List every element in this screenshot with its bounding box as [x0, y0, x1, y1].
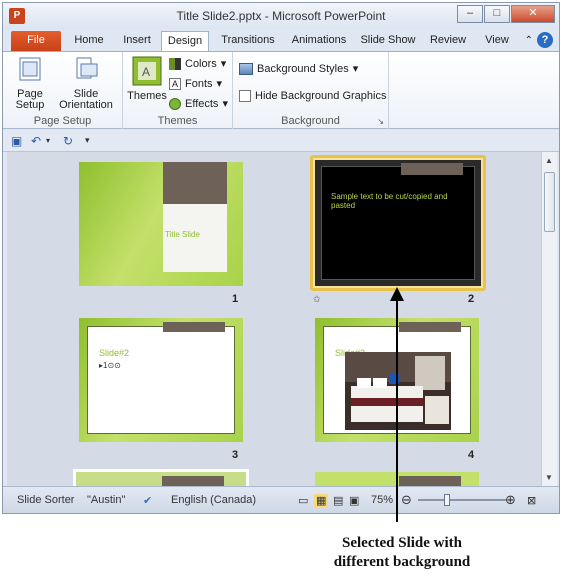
page-setup-button[interactable]: Page Setup — [9, 56, 51, 111]
zoom-level[interactable]: 75% — [371, 494, 393, 506]
effects-icon — [169, 97, 181, 110]
slide-3-bullet: ▸1⊙⊙ — [99, 361, 121, 370]
help-icon[interactable]: ? — [537, 32, 553, 48]
themes-icon: A — [132, 56, 162, 86]
colors-icon — [169, 57, 181, 70]
minimize-button[interactable]: – — [457, 5, 483, 23]
language-indicator[interactable]: English (Canada) — [171, 494, 256, 506]
slide-number-1: 1 — [232, 293, 239, 305]
slide-1-title: Title Slide — [165, 230, 200, 239]
background-group-label: Background — [281, 115, 340, 127]
zoom-in-icon[interactable]: ⊕ — [505, 492, 516, 508]
themes-button[interactable]: A Themes — [127, 56, 167, 102]
slide-2-text: Sample text to be cut/copied and pasted — [331, 192, 448, 210]
reading-view-icon[interactable]: ▤ — [333, 494, 343, 507]
title-bar: P Title Slide2.pptx - Microsoft PowerPoi… — [3, 3, 559, 29]
proofing-icon[interactable]: ✔ — [143, 494, 152, 507]
tab-animations[interactable]: Animations — [286, 31, 352, 51]
tab-insert[interactable]: Insert — [115, 31, 159, 51]
tab-slide-show[interactable]: Slide Show — [357, 31, 419, 51]
fit-to-window-icon[interactable]: ⊠ — [527, 494, 536, 507]
background-styles-button[interactable]: Background Styles ▾ — [239, 62, 358, 75]
annotation-caption: Selected Slide with different background — [333, 535, 471, 570]
themes-group-label: Themes — [157, 115, 198, 127]
status-bar: Slide Sorter "Austin" ✔ English (Canada)… — [3, 486, 559, 513]
tab-review[interactable]: Review — [425, 31, 471, 51]
quick-access-toolbar: ▣ ↶ ▾ ↻ ▾ — [3, 130, 559, 152]
background-styles-icon — [239, 62, 253, 75]
vertical-scrollbar[interactable]: ▲ ▼ — [541, 152, 557, 486]
powerpoint-window: P Title Slide2.pptx - Microsoft PowerPoi… — [2, 2, 560, 514]
slide-thumbnail-2[interactable]: Sample text to be cut/copied and pasted — [315, 160, 481, 286]
page-setup-group-label: Page Setup — [33, 115, 92, 127]
slide-number-2: 2 — [468, 293, 475, 305]
ribbon: Page Setup Slide Orientation Page Setup … — [3, 51, 559, 129]
callout-arrow-line — [396, 300, 398, 522]
transition-icon[interactable]: ✩ — [313, 294, 321, 305]
svg-text:A: A — [142, 65, 150, 79]
slide-number-4: 4 — [468, 449, 475, 461]
maximize-button[interactable]: □ — [484, 5, 510, 23]
themes-group: A Themes Colors ▾ A Fonts ▾ Effects ▾ Theme… — [123, 52, 233, 129]
checkbox-icon — [239, 90, 251, 102]
callout-arrowhead — [390, 287, 404, 301]
normal-view-icon[interactable]: ▭ — [298, 494, 308, 507]
slide-orientation-button[interactable]: Slide Orientation — [53, 56, 119, 111]
undo-icon[interactable]: ↶ — [31, 134, 41, 148]
tab-file[interactable]: File — [11, 31, 61, 51]
slide-show-view-icon[interactable]: ▣ — [349, 494, 359, 507]
slide-orientation-icon — [76, 57, 98, 79]
hide-background-graphics-checkbox[interactable]: Hide Background Graphics — [239, 90, 386, 102]
scroll-thumb[interactable] — [544, 172, 555, 232]
tab-design[interactable]: Design — [161, 31, 209, 51]
scroll-up-icon[interactable]: ▲ — [545, 156, 553, 165]
slide-thumbnail-3[interactable]: Slide#2 ▸1⊙⊙ — [79, 318, 243, 442]
background-group: Background Styles ▾ Hide Background Graph… — [233, 52, 389, 129]
scroll-down-icon[interactable]: ▼ — [545, 473, 553, 482]
view-indicator: Slide Sorter — [17, 494, 75, 506]
slide-3-title: Slide#2 — [99, 348, 130, 358]
ribbon-tabs: File Home Insert Design Transitions Anim… — [3, 29, 559, 51]
theme-name: "Austin" — [87, 494, 126, 506]
page-setup-group: Page Setup Slide Orientation Page Setup — [3, 52, 123, 129]
slide-sorter-view-icon[interactable]: ▦ — [314, 494, 329, 507]
tab-view[interactable]: View — [477, 31, 517, 51]
dialog-launcher-icon[interactable]: ↘ — [377, 117, 384, 126]
effects-button[interactable]: Effects ▾ — [169, 97, 228, 110]
hotel-room-picture — [345, 352, 451, 430]
slide-thumbnail-5[interactable] — [73, 469, 249, 486]
undo-dropdown-icon[interactable]: ▾ — [46, 136, 50, 145]
fonts-button[interactable]: A Fonts ▾ — [169, 77, 222, 90]
fonts-icon: A — [169, 77, 181, 90]
redo-icon[interactable]: ↻ — [63, 134, 73, 148]
zoom-out-icon[interactable]: ⊖ — [401, 492, 412, 508]
zoom-slider[interactable] — [418, 499, 506, 501]
close-button[interactable]: ✕ — [511, 5, 555, 23]
zoom-slider-knob[interactable] — [444, 494, 450, 506]
slide-sorter-pane: Title Slide 1 Sample text to be cut/copi… — [7, 152, 541, 486]
customize-toolbar-icon[interactable]: ▾ — [85, 135, 90, 146]
save-icon[interactable]: ▣ — [11, 134, 22, 148]
slide-number-3: 3 — [232, 449, 239, 461]
tab-home[interactable]: Home — [67, 31, 111, 51]
minimize-ribbon-icon[interactable]: ⌃ — [525, 35, 533, 46]
slide-thumbnail-1[interactable]: Title Slide — [79, 162, 243, 286]
page-setup-icon — [19, 57, 41, 81]
colors-button[interactable]: Colors ▾ — [169, 57, 226, 70]
tab-transitions[interactable]: Transitions — [215, 31, 281, 51]
